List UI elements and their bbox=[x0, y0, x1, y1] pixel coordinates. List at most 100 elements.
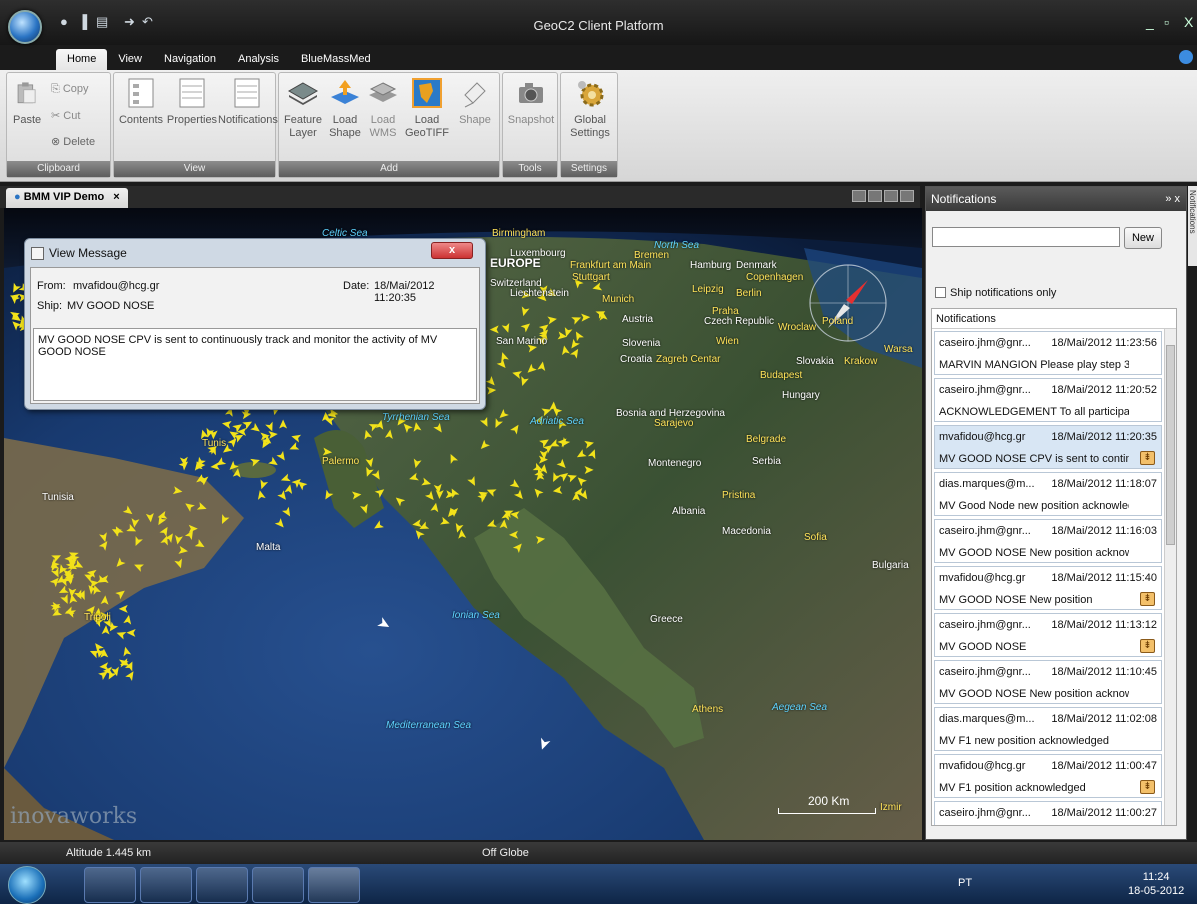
tab-list-button[interactable] bbox=[884, 190, 898, 202]
vessel-marker-icon[interactable] bbox=[511, 369, 522, 379]
vessel-marker-icon[interactable] bbox=[510, 423, 522, 435]
notification-item[interactable]: caseiro.jhm@gnr... 18/Mai/2012 11:10:45 MV… bbox=[934, 660, 1162, 704]
ship-badge-icon[interactable]: ⇟ bbox=[1140, 639, 1155, 653]
vessel-marker-icon[interactable] bbox=[535, 535, 546, 545]
vessel-marker-icon[interactable] bbox=[123, 614, 133, 625]
notification-item[interactable]: mvafidou@hcg.gr 18/Mai/2012 11:00:47 MV F1… bbox=[934, 754, 1162, 798]
scrollbar-thumb[interactable] bbox=[1166, 345, 1175, 545]
vessel-marker-icon[interactable] bbox=[513, 489, 526, 502]
tab-maximize-button[interactable] bbox=[900, 190, 914, 202]
vessel-marker-icon[interactable] bbox=[250, 422, 262, 435]
notifications-button[interactable]: Notifications bbox=[218, 77, 278, 127]
tab-view[interactable]: View bbox=[107, 49, 153, 71]
vessel-marker-icon[interactable] bbox=[218, 514, 230, 526]
vessel-marker-icon[interactable] bbox=[430, 502, 440, 513]
start-button[interactable] bbox=[8, 866, 46, 904]
vessel-marker-icon[interactable] bbox=[569, 347, 582, 359]
vessel-marker-icon[interactable] bbox=[492, 418, 503, 430]
vessel-marker-icon[interactable] bbox=[10, 282, 21, 295]
vessel-marker-icon[interactable] bbox=[486, 386, 497, 395]
tab-analysis[interactable]: Analysis bbox=[227, 49, 290, 71]
notification-item[interactable]: caseiro.jhm@gnr... 18/Mai/2012 11:20:52 AC… bbox=[934, 378, 1162, 422]
vessel-marker-icon[interactable] bbox=[178, 545, 188, 555]
vessel-marker-icon[interactable] bbox=[541, 406, 552, 417]
vessel-marker-icon[interactable] bbox=[99, 662, 109, 671]
ship-badge-icon[interactable]: ⇟ bbox=[1140, 451, 1155, 465]
vessel-marker-icon[interactable] bbox=[250, 456, 261, 467]
vessel-marker-icon[interactable] bbox=[279, 419, 288, 429]
vessel-marker-icon[interactable] bbox=[575, 474, 587, 487]
vessel-marker-icon[interactable] bbox=[479, 416, 491, 429]
tab-navigation[interactable]: Navigation bbox=[153, 49, 227, 71]
message-text[interactable]: MV GOOD NOSE CPV is sent to continuously… bbox=[33, 328, 477, 401]
vessel-marker-icon[interactable] bbox=[447, 452, 459, 464]
vessel-marker-icon[interactable] bbox=[512, 541, 525, 553]
vessel-marker-icon[interactable] bbox=[322, 447, 333, 457]
vessel-marker-icon[interactable] bbox=[547, 315, 557, 325]
cut-button[interactable]: ✂ Cut bbox=[51, 109, 80, 122]
vessel-marker-icon[interactable] bbox=[584, 439, 595, 449]
vessel-marker-icon[interactable] bbox=[498, 351, 509, 362]
vessel-marker-icon[interactable] bbox=[537, 361, 546, 372]
tab-home[interactable]: Home bbox=[56, 49, 108, 71]
vessel-marker-icon[interactable] bbox=[412, 421, 422, 432]
vessel-marker-icon[interactable] bbox=[384, 429, 394, 439]
vessel-marker-icon[interactable] bbox=[258, 479, 269, 490]
checkbox-box[interactable] bbox=[935, 287, 946, 298]
vessel-marker-icon[interactable] bbox=[568, 338, 580, 351]
vessel-marker-icon[interactable] bbox=[194, 539, 207, 550]
notifications-side-tab[interactable]: Notifications bbox=[1188, 186, 1197, 266]
vessel-marker-icon[interactable] bbox=[100, 595, 110, 605]
vessel-marker-icon[interactable] bbox=[280, 473, 291, 484]
vessel-marker-icon[interactable] bbox=[274, 518, 287, 530]
vessel-marker-icon[interactable] bbox=[518, 376, 529, 387]
vessel-marker-icon[interactable] bbox=[591, 282, 603, 293]
shape-button[interactable]: Shape bbox=[455, 77, 495, 127]
paste-button[interactable]: Paste bbox=[13, 77, 41, 127]
vessel-marker-icon[interactable] bbox=[256, 489, 266, 500]
vessel-marker-icon[interactable] bbox=[114, 557, 126, 570]
vessel-marker-icon[interactable] bbox=[587, 448, 599, 460]
vessel-marker-icon[interactable] bbox=[145, 513, 155, 523]
chrome-taskbar-icon[interactable] bbox=[140, 867, 192, 903]
global-settings-button[interactable]: Global Settings bbox=[565, 77, 615, 140]
notification-item[interactable]: caseiro.jhm@gnr... 18/Mai/2012 11:00:27 bbox=[934, 801, 1162, 825]
vessel-marker-icon[interactable] bbox=[363, 466, 374, 478]
properties-button[interactable]: Properties bbox=[166, 77, 218, 127]
vessel-marker-icon[interactable] bbox=[372, 520, 384, 532]
load-shape-button[interactable]: Load Shape bbox=[327, 77, 363, 140]
vessel-marker-icon[interactable] bbox=[549, 472, 561, 484]
vessel-marker-icon[interactable] bbox=[412, 519, 422, 528]
vessel-marker-icon[interactable] bbox=[519, 306, 530, 317]
vessel-marker-icon[interactable] bbox=[571, 314, 582, 325]
vessel-marker-icon[interactable] bbox=[172, 486, 183, 495]
vessel-marker-icon[interactable] bbox=[532, 486, 544, 498]
vessel-marker-icon[interactable] bbox=[125, 669, 137, 682]
notification-item[interactable]: mvafidou@hcg.gr 18/Mai/2012 11:20:35 MV GO… bbox=[934, 425, 1162, 469]
vessel-marker-icon[interactable] bbox=[281, 506, 294, 519]
vessel-marker-icon[interactable] bbox=[560, 345, 570, 356]
vessel-marker-icon[interactable] bbox=[360, 503, 370, 515]
delete-button[interactable]: ⊗ Delete bbox=[51, 135, 95, 148]
vessel-marker-icon[interactable] bbox=[478, 439, 490, 452]
tab-next-button[interactable] bbox=[868, 190, 882, 202]
document-tab[interactable]: ● BMM VIP Demo × bbox=[6, 188, 128, 208]
vessel-marker-icon[interactable] bbox=[572, 329, 584, 342]
vessel-marker-icon[interactable] bbox=[126, 523, 138, 535]
vessel-marker-icon[interactable] bbox=[485, 486, 497, 497]
vessel-marker-icon[interactable] bbox=[115, 587, 127, 600]
help-icon[interactable] bbox=[1179, 50, 1193, 64]
vessel-marker-icon[interactable] bbox=[365, 457, 375, 468]
console-taskbar-icon[interactable] bbox=[196, 867, 248, 903]
vessel-marker-icon[interactable] bbox=[284, 483, 294, 494]
vessel-marker-icon[interactable] bbox=[101, 625, 110, 635]
dialog-close-button[interactable]: x bbox=[431, 242, 473, 259]
vessel-marker-icon[interactable] bbox=[499, 519, 509, 529]
vessel-marker-icon[interactable] bbox=[509, 479, 522, 491]
vessel-marker-icon[interactable] bbox=[575, 449, 587, 460]
notification-item[interactable]: caseiro.jhm@gnr... 18/Mai/2012 11:16:03 MV… bbox=[934, 519, 1162, 563]
notification-item[interactable]: dias.marques@m... 18/Mai/2012 11:02:08 MV … bbox=[934, 707, 1162, 751]
vessel-marker-icon[interactable] bbox=[242, 418, 254, 430]
contents-button[interactable]: Contents bbox=[116, 77, 166, 127]
vessel-marker-icon[interactable] bbox=[412, 458, 422, 469]
